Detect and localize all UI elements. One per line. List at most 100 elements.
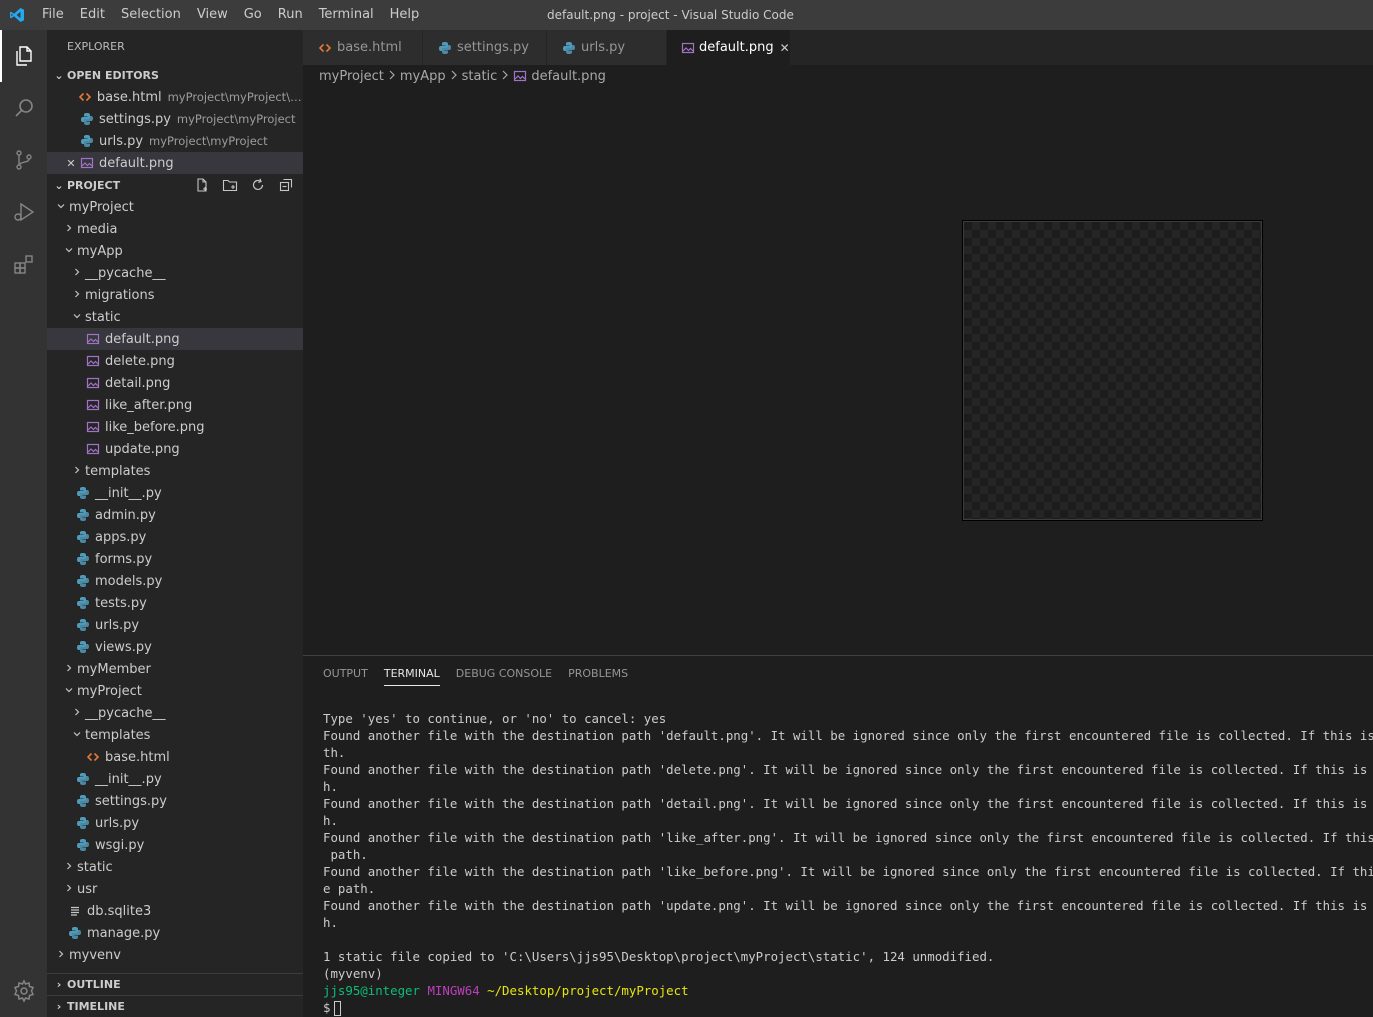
tab-urls-py[interactable]: urls.py bbox=[547, 30, 667, 65]
tab-default-png[interactable]: default.png ✕ bbox=[667, 30, 791, 65]
tree-label: wsgi.py bbox=[95, 837, 145, 853]
chevron-right-icon bbox=[501, 69, 509, 84]
terminal-input-line[interactable]: $ bbox=[323, 999, 1373, 1016]
python-file-icon bbox=[75, 815, 91, 831]
breadcrumb-item[interactable]: myProject bbox=[319, 69, 384, 84]
tree-folder[interactable]: myMember bbox=[47, 658, 303, 680]
image-preview[interactable] bbox=[962, 220, 1263, 521]
tree-file[interactable]: urls.py bbox=[47, 614, 303, 636]
tree-file[interactable]: __init__.py bbox=[47, 482, 303, 504]
breadcrumb-item[interactable]: default.png bbox=[531, 69, 606, 84]
tab-label: settings.py bbox=[457, 40, 529, 55]
tree-file[interactable]: __init__.py bbox=[47, 768, 303, 790]
tree-file[interactable]: tests.py bbox=[47, 592, 303, 614]
new-folder-icon[interactable] bbox=[219, 176, 241, 194]
chevron-down-icon bbox=[61, 245, 77, 258]
tree-folder[interactable]: usr bbox=[47, 878, 303, 900]
tree-folder[interactable]: media bbox=[47, 218, 303, 240]
outline-header[interactable]: › OUTLINE bbox=[47, 973, 303, 995]
timeline-header[interactable]: › TIMELINE bbox=[47, 995, 303, 1017]
tree-file[interactable]: detail.png bbox=[47, 372, 303, 394]
extensions-icon[interactable] bbox=[0, 238, 47, 290]
terminal-line: Found another file with the destination … bbox=[323, 762, 1373, 777]
open-editors-header[interactable]: ⌄ OPEN EDITORS bbox=[47, 64, 303, 86]
breadcrumb-item[interactable]: myApp bbox=[400, 69, 446, 84]
chevron-right-icon bbox=[69, 289, 85, 302]
menu-run[interactable]: Run bbox=[270, 0, 311, 30]
terminal-line: (myvenv) bbox=[323, 966, 383, 981]
tree-folder[interactable]: __pycache__ bbox=[47, 702, 303, 724]
menu-file[interactable]: File bbox=[34, 0, 72, 30]
python-file-icon bbox=[75, 573, 91, 589]
terminal-line: Found another file with the destination … bbox=[323, 898, 1373, 913]
tree-folder[interactable]: __pycache__ bbox=[47, 262, 303, 284]
tab-settings-py[interactable]: settings.py bbox=[423, 30, 547, 65]
terminal-line: Found another file with the destination … bbox=[323, 830, 1373, 845]
tree-label: migrations bbox=[85, 287, 155, 303]
tree-file[interactable]: forms.py bbox=[47, 548, 303, 570]
project-header[interactable]: ⌄ PROJECT bbox=[47, 174, 303, 196]
editor-tabs: base.html settings.py urls.py default.png ✕ bbox=[303, 30, 1373, 65]
open-editor-item[interactable]: settings.py myProject\myProject bbox=[47, 108, 303, 130]
tree-file[interactable]: delete.png bbox=[47, 350, 303, 372]
terminal-output[interactable]: Type 'yes' to continue, or 'no' to cance… bbox=[323, 710, 1373, 1016]
tree-file[interactable]: default.png bbox=[47, 328, 303, 350]
tree-folder[interactable]: templates bbox=[47, 724, 303, 746]
close-icon[interactable]: ✕ bbox=[63, 157, 79, 170]
python-file-icon bbox=[437, 40, 453, 56]
panel-tab-debug-console[interactable]: DEBUG CONSOLE bbox=[448, 656, 560, 692]
image-file-icon bbox=[85, 375, 101, 391]
tree-folder[interactable]: myProject bbox=[47, 196, 303, 218]
open-editor-item[interactable]: urls.py myProject\myProject bbox=[47, 130, 303, 152]
breadcrumb-item[interactable]: static bbox=[462, 69, 498, 84]
files-icon[interactable] bbox=[0, 30, 47, 82]
panel-tab-output[interactable]: OUTPUT bbox=[315, 656, 376, 692]
open-editor-label: settings.py bbox=[99, 111, 171, 127]
python-file-icon bbox=[561, 40, 577, 56]
close-icon[interactable]: ✕ bbox=[780, 41, 790, 55]
tree-file[interactable]: db.sqlite3 bbox=[47, 900, 303, 922]
tree-folder[interactable]: static bbox=[47, 306, 303, 328]
explorer-sidebar: EXPLORER ⌄ OPEN EDITORS base.html myProje… bbox=[47, 30, 303, 1017]
tree-file[interactable]: apps.py bbox=[47, 526, 303, 548]
tree-file[interactable]: settings.py bbox=[47, 790, 303, 812]
menu-help[interactable]: Help bbox=[382, 0, 428, 30]
tree-folder[interactable]: myvenv bbox=[47, 944, 303, 966]
tree-file[interactable]: models.py bbox=[47, 570, 303, 592]
tree-folder[interactable]: myProject bbox=[47, 680, 303, 702]
panel-tab-terminal[interactable]: TERMINAL bbox=[376, 656, 448, 692]
tree-file[interactable]: like_after.png bbox=[47, 394, 303, 416]
collapse-all-icon[interactable] bbox=[275, 176, 297, 194]
tree-file[interactable]: admin.py bbox=[47, 504, 303, 526]
tree-file[interactable]: update.png bbox=[47, 438, 303, 460]
menu-view[interactable]: View bbox=[189, 0, 236, 30]
source-control-icon[interactable] bbox=[0, 134, 47, 186]
tree-label: media bbox=[77, 221, 118, 237]
image-file-icon bbox=[85, 353, 101, 369]
refresh-icon[interactable] bbox=[247, 176, 269, 194]
menu-terminal[interactable]: Terminal bbox=[311, 0, 382, 30]
tab-base-html[interactable]: base.html bbox=[303, 30, 423, 65]
tree-folder[interactable]: migrations bbox=[47, 284, 303, 306]
search-icon[interactable] bbox=[0, 82, 47, 134]
gear-icon[interactable] bbox=[0, 971, 47, 1011]
open-editor-item[interactable]: ✕ default.png bbox=[47, 152, 303, 174]
tree-folder[interactable]: templates bbox=[47, 460, 303, 482]
tree-file[interactable]: like_before.png bbox=[47, 416, 303, 438]
menu-edit[interactable]: Edit bbox=[72, 0, 113, 30]
run-debug-icon[interactable] bbox=[0, 186, 47, 238]
tree-file[interactable]: wsgi.py bbox=[47, 834, 303, 856]
tree-folder[interactable]: static bbox=[47, 856, 303, 878]
tree-file[interactable]: views.py bbox=[47, 636, 303, 658]
tree-file[interactable]: urls.py bbox=[47, 812, 303, 834]
menu-go[interactable]: Go bbox=[236, 0, 270, 30]
tree-file[interactable]: manage.py bbox=[47, 922, 303, 944]
chevron-right-icon bbox=[69, 465, 85, 478]
tree-folder[interactable]: myApp bbox=[47, 240, 303, 262]
tree-file[interactable]: base.html bbox=[47, 746, 303, 768]
panel-tab-problems[interactable]: PROBLEMS bbox=[560, 656, 636, 692]
new-file-icon[interactable] bbox=[191, 176, 213, 194]
menu-selection[interactable]: Selection bbox=[113, 0, 189, 30]
open-editor-item[interactable]: base.html myProject\myProject\te... bbox=[47, 86, 303, 108]
bottom-panel: OUTPUT TERMINAL DEBUG CONSOLE PROBLEMS Type… bbox=[303, 655, 1373, 1017]
